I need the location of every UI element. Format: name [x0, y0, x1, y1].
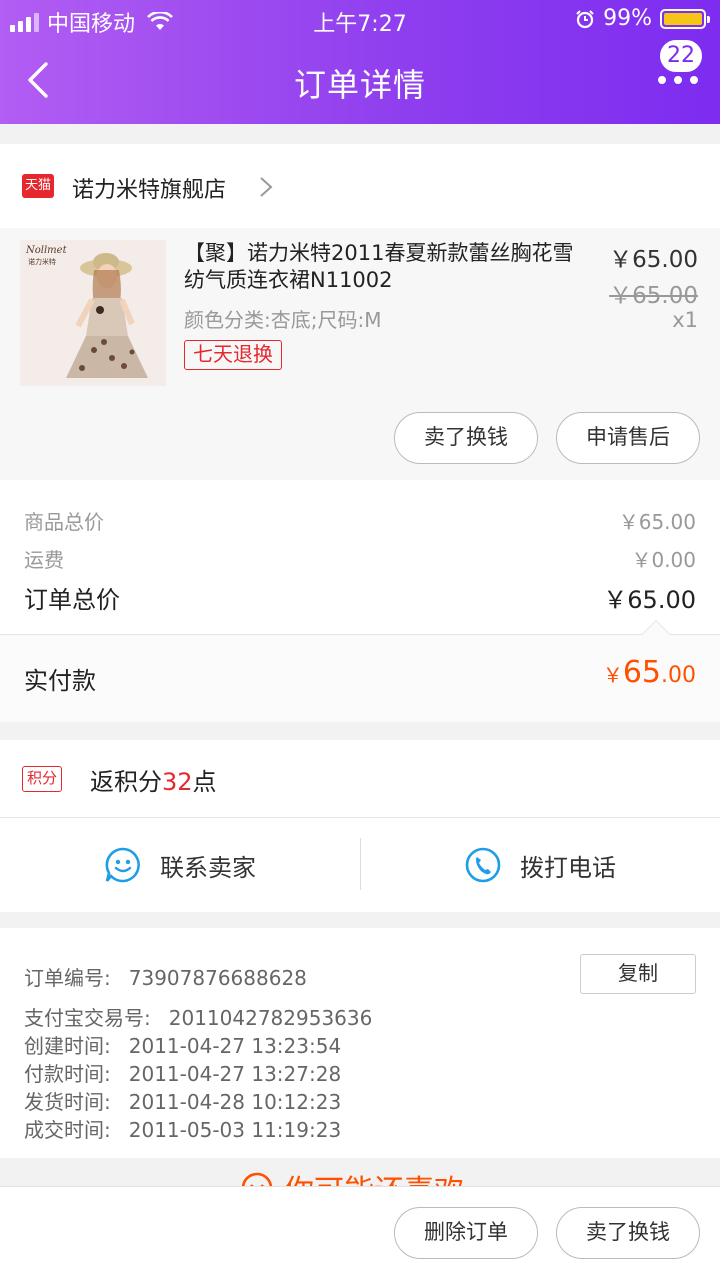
goods-total-row: 商品总价 ￥65.00 — [24, 506, 696, 535]
recommend-title: 你可能还喜欢 — [284, 1166, 464, 1188]
points-suffix: 点 — [192, 768, 217, 796]
points-tag: 积分 — [22, 766, 63, 792]
more-button[interactable] — [658, 70, 698, 90]
info-label: 发货时间: — [24, 1090, 111, 1114]
dot — [658, 76, 666, 84]
contact-seller-button[interactable]: 联系卖家 — [0, 818, 360, 912]
shop-row[interactable]: 天猫 诺力米特旗舰店 — [0, 144, 720, 228]
contact-seller-label: 联系卖家 — [160, 853, 256, 882]
page-title: 订单详情 — [293, 66, 426, 104]
dress-illustration: Nollmet 诺力米特 — [20, 240, 166, 386]
sell-button-bottom[interactable]: 卖了换钱 — [556, 1207, 700, 1259]
chevron-right-icon — [260, 177, 273, 197]
shop-name[interactable]: 诺力米特旗舰店 — [72, 172, 226, 204]
message-badge[interactable]: 22 — [660, 40, 702, 72]
return-policy-tag: 七天退换 — [184, 340, 282, 370]
product-image[interactable]: Nollmet 诺力米特 — [20, 240, 166, 386]
bottom-action-bar: 删除订单 卖了换钱 — [0, 1186, 720, 1280]
shipping-row: 运费 ￥0.00 — [24, 544, 696, 573]
battery-percent: 99% — [603, 6, 652, 31]
phone-icon — [465, 847, 501, 883]
points-prefix: 返积分 — [90, 768, 162, 796]
nav-bar: 订单详情 22 — [0, 40, 720, 124]
paid-currency: ￥ — [602, 663, 623, 687]
points-value: 32 — [162, 768, 193, 796]
dot — [690, 76, 698, 84]
order-total-label: 订单总价 — [24, 586, 120, 614]
points-row: 积分 返积分32点 — [0, 740, 720, 818]
recommend-header: 你可能还喜欢 — [240, 1166, 464, 1188]
order-total-value: ￥65.00 — [603, 586, 696, 614]
tmall-logo-icon: 天猫 — [22, 174, 54, 198]
order-total-row: 订单总价 ￥65.00 — [24, 580, 696, 615]
copy-button[interactable]: 复制 — [580, 954, 696, 994]
goods-total-label: 商品总价 — [24, 510, 104, 534]
product-original-price: ￥65.00 — [609, 283, 698, 309]
svg-text:诺力米特: 诺力米特 — [28, 257, 56, 266]
info-value: 2011-05-03 11:19:23 — [128, 1118, 342, 1142]
sell-button[interactable]: 卖了换钱 — [394, 412, 538, 464]
header: 中国移动 上午7:27 99% 订单详情 22 — [0, 0, 720, 124]
paid-integer: 65 — [622, 655, 661, 690]
paid-label: 实付款 — [24, 667, 96, 695]
status-bar: 中国移动 上午7:27 99% — [0, 0, 720, 40]
info-value: 2011042782953636 — [168, 1006, 373, 1030]
paid-amount: ￥65.00 — [603, 655, 696, 690]
info-label: 成交时间: — [24, 1118, 111, 1142]
product-price: ￥65.00 — [609, 247, 698, 273]
info-label: 支付宝交易号: — [24, 1006, 151, 1030]
battery-icon — [660, 8, 710, 29]
call-phone-button[interactable]: 拨打电话 — [360, 818, 720, 912]
product-quantity: x1 — [672, 308, 698, 332]
info-value: 2011-04-27 13:27:28 — [128, 1062, 342, 1086]
info-label: 订单编号: — [24, 966, 111, 990]
svg-text:Nollmet: Nollmet — [25, 245, 68, 256]
created-time-row: 创建时间: 2011-04-27 13:23:54 — [24, 1030, 341, 1059]
recommend-section: 你可能还喜欢 — [0, 1158, 720, 1188]
paid-time-row: 付款时间: 2011-04-27 13:27:28 — [24, 1058, 341, 1087]
product-sku: 颜色分类:杏底;尺码:M — [184, 308, 382, 332]
status-right: 99% — [575, 6, 710, 31]
dot — [674, 76, 682, 84]
paid-decimal: .00 — [661, 663, 696, 688]
completed-time-row: 成交时间: 2011-05-03 11:19:23 — [24, 1114, 341, 1143]
goods-total-value: ￥65.00 — [618, 510, 696, 534]
product-title[interactable]: 【聚】诺力米特2011春夏新款蕾丝胸花雪纺气质连衣裙N11002 — [184, 240, 594, 294]
price-summary: 商品总价 ￥65.00 运费 ￥0.00 订单总价 ￥65.00 — [0, 480, 720, 634]
shipped-time-row: 发货时间: 2011-04-28 10:12:23 — [24, 1086, 341, 1115]
shipping-label: 运费 — [24, 548, 64, 572]
info-value: 73907876688628 — [128, 966, 307, 990]
info-label: 创建时间: — [24, 1034, 111, 1058]
delete-order-button[interactable]: 删除订单 — [394, 1207, 538, 1259]
shipping-value: ￥0.00 — [631, 548, 696, 572]
info-value: 2011-04-27 13:23:54 — [128, 1034, 342, 1058]
alarm-icon — [576, 9, 594, 28]
call-phone-label: 拨打电话 — [520, 853, 616, 882]
contact-row: 联系卖家 拨打电话 — [0, 818, 720, 912]
order-info: 订单编号: 73907876688628 复制 支付宝交易号: 2011042782… — [0, 928, 720, 1158]
alipay-number-row: 支付宝交易号: 2011042782953636 — [24, 1002, 372, 1031]
points-text: 返积分32点 — [90, 762, 217, 797]
after-sales-button[interactable]: 申请售后 — [556, 412, 700, 464]
product-item[interactable]: Nollmet 诺力米特 【聚】诺力米特2011春夏新款蕾丝胸花雪纺气质连衣裙N… — [0, 228, 720, 480]
order-number-row: 订单编号: 73907876688628 — [24, 962, 307, 991]
paid-row: 实付款 ￥65.00 — [0, 619, 720, 722]
info-label: 付款时间: — [24, 1062, 111, 1086]
info-value: 2011-04-28 10:12:23 — [128, 1090, 342, 1114]
chat-smile-icon — [105, 847, 140, 883]
